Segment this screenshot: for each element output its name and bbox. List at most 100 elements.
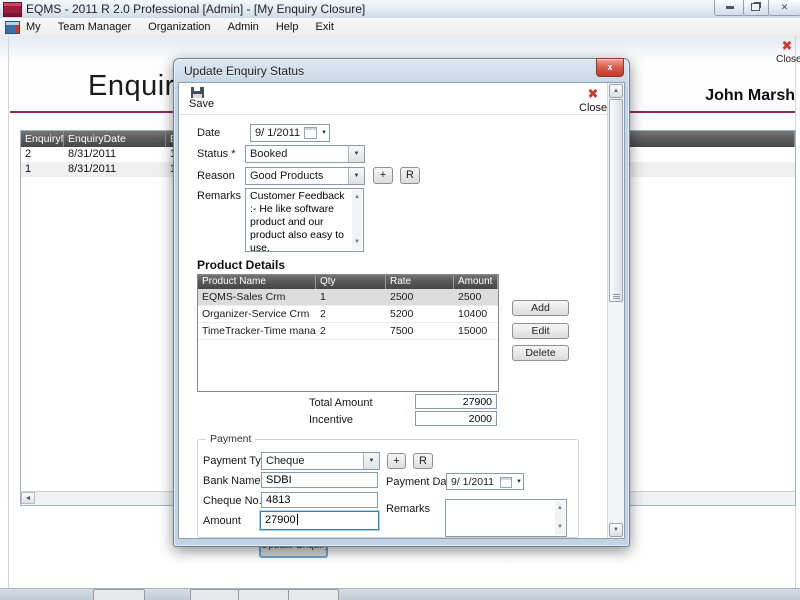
- app-logo-icon: [3, 2, 22, 17]
- menu-my[interactable]: My: [19, 18, 48, 33]
- payment-date-value: 9/ 1/2011: [451, 476, 494, 488]
- amount-value: 27900: [265, 514, 296, 526]
- menu-team-manager[interactable]: Team Manager: [51, 18, 138, 33]
- cell-product-name: EQMS-Sales Crm: [198, 289, 316, 305]
- save-button[interactable]: Save: [189, 87, 214, 110]
- cell-qty: 2: [316, 323, 386, 339]
- edit-button[interactable]: Edit: [512, 323, 569, 339]
- col-qty[interactable]: Qty: [316, 275, 386, 289]
- scroll-up-icon: ▲: [352, 191, 362, 204]
- text-cursor: [297, 514, 298, 525]
- payment-legend: Payment: [206, 433, 255, 445]
- bottom-button-stub[interactable]: [93, 589, 145, 600]
- scrollbar-thumb[interactable]: [609, 99, 623, 302]
- window-title: EQMS - 2011 R 2.0 Professional [Admin] -…: [26, 2, 365, 16]
- refresh-payment-type-button[interactable]: R: [413, 453, 433, 469]
- dialog-close-button[interactable]: x: [596, 58, 624, 77]
- scroll-left-icon[interactable]: ◄: [21, 492, 35, 504]
- bottom-button-stub[interactable]: [288, 589, 339, 600]
- col-enquiry-no[interactable]: EnquiryN: [21, 131, 64, 147]
- payment-groupbox: Payment Payment Type Cheque ▼ + R Bank N…: [197, 439, 579, 538]
- cell-rate: 2500: [386, 289, 454, 305]
- status-combobox[interactable]: Booked ▼: [245, 145, 365, 163]
- bottom-button-stub[interactable]: [190, 589, 239, 600]
- cell-enquiry-date: 8/31/2011: [64, 147, 166, 162]
- table-row[interactable]: TimeTracker-Time managm... 2 7500 15000: [198, 323, 498, 340]
- bottom-button-stub[interactable]: [238, 589, 289, 600]
- chevron-down-icon: ▼: [354, 173, 360, 179]
- scroll-down-button[interactable]: ▼: [609, 523, 623, 537]
- add-payment-type-button[interactable]: +: [387, 453, 406, 469]
- window-close-button[interactable]: ✕: [768, 0, 800, 16]
- table-row[interactable]: EQMS-Sales Crm 1 2500 2500: [198, 289, 498, 306]
- menu-admin[interactable]: Admin: [221, 18, 266, 33]
- remarks-text: Customer Feedback :- He like software pr…: [250, 190, 345, 254]
- amount-label: Amount: [203, 515, 241, 527]
- cell-amount: 2500: [454, 289, 498, 305]
- window-restore-button[interactable]: [743, 0, 770, 16]
- dialog-toolbar-close-button[interactable]: ✖ Close: [579, 86, 607, 114]
- cell-enquiry-date: 8/31/2011: [64, 162, 166, 177]
- table-row[interactable]: Organizer-Service Crm 2 5200 10400: [198, 306, 498, 323]
- close-icon: ✕: [781, 2, 789, 12]
- save-label: Save: [189, 98, 214, 110]
- minimize-icon: [726, 6, 734, 9]
- incentive-field[interactable]: 2000: [415, 411, 497, 426]
- cell-rate: 5200: [386, 306, 454, 322]
- menu-organization[interactable]: Organization: [141, 18, 217, 33]
- cell-qty: 2: [316, 306, 386, 322]
- delete-button[interactable]: Delete: [512, 345, 569, 361]
- update-enquiry-status-dialog: Update Enquiry Status x Save ✖ Close Dat…: [173, 58, 630, 547]
- payment-type-combobox[interactable]: Cheque ▼: [261, 452, 380, 470]
- menu-bar: My Team Manager Organization Admin Help …: [0, 18, 800, 37]
- application-window: EQMS - 2011 R 2.0 Professional [Admin] -…: [0, 0, 800, 600]
- dialog-content: Save ✖ Close Date 9/ 1/2011 ▼ Status * B…: [178, 82, 625, 539]
- total-amount-field[interactable]: 27900: [415, 394, 497, 409]
- payment-remarks-label: Remarks: [386, 503, 430, 515]
- bank-name-field[interactable]: SDBI: [261, 472, 378, 488]
- refresh-reason-button[interactable]: R: [400, 167, 420, 184]
- dialog-vertical-scrollbar[interactable]: ▲ ▼: [607, 83, 624, 538]
- date-picker[interactable]: 9/ 1/2011 ▼: [250, 124, 330, 142]
- cell-amount: 15000: [454, 323, 498, 339]
- scroll-up-button[interactable]: ▲: [609, 84, 623, 98]
- chevron-down-icon: ▼: [369, 458, 375, 464]
- cell-enquiry-no: 1: [21, 162, 64, 177]
- combo-dropdown-button[interactable]: ▼: [348, 168, 364, 184]
- payment-remarks-textarea[interactable]: ▲ ▼: [445, 499, 567, 537]
- toolbar-close-x-icon: ✖: [579, 86, 607, 102]
- product-details-heading: Product Details: [197, 258, 285, 272]
- reason-combobox[interactable]: Good Products ▼: [245, 167, 365, 185]
- cheque-no-label: Cheque No.: [203, 495, 262, 507]
- add-reason-button[interactable]: +: [373, 167, 393, 184]
- textarea-scrollbar[interactable]: ▲ ▼: [555, 501, 565, 535]
- page-close-control[interactable]: ✖ Close: [776, 38, 798, 65]
- chevron-down-icon: ▼: [354, 151, 360, 157]
- toolbar-close-label: Close: [579, 102, 607, 114]
- col-rate[interactable]: Rate: [386, 275, 454, 289]
- product-table: Product Name Qty Rate Amount EQMS-Sales …: [197, 274, 499, 392]
- mdi-left-border: [8, 36, 9, 588]
- payment-date-picker[interactable]: 9/ 1/2011 ▼: [446, 473, 524, 490]
- combo-dropdown-button[interactable]: ▼: [363, 453, 379, 469]
- cheque-no-field[interactable]: 4813: [261, 492, 378, 508]
- combo-dropdown-button[interactable]: ▼: [348, 146, 364, 162]
- thumb-grip-icon: [613, 294, 620, 295]
- scroll-down-icon: ▼: [555, 521, 565, 534]
- amount-field[interactable]: 27900: [260, 511, 379, 530]
- col-enquiry-date[interactable]: EnquiryDate: [64, 131, 166, 147]
- cell-rate: 7500: [386, 323, 454, 339]
- textarea-scrollbar[interactable]: ▲ ▼: [352, 190, 362, 250]
- cell-enquiry-no: 2: [21, 147, 64, 162]
- remarks-textarea[interactable]: Customer Feedback :- He like software pr…: [245, 188, 364, 252]
- menu-help[interactable]: Help: [269, 18, 306, 33]
- window-minimize-button[interactable]: [714, 0, 745, 16]
- form-window-icon: [5, 21, 20, 34]
- logged-in-user: John Marsh: [705, 87, 795, 105]
- menu-exit[interactable]: Exit: [309, 18, 341, 33]
- scroll-up-icon: ▲: [555, 502, 565, 515]
- title-bar: EQMS - 2011 R 2.0 Professional [Admin] -…: [0, 0, 800, 19]
- col-amount[interactable]: Amount: [454, 275, 498, 289]
- col-product-name[interactable]: Product Name: [198, 275, 316, 289]
- add-button[interactable]: Add: [512, 300, 569, 316]
